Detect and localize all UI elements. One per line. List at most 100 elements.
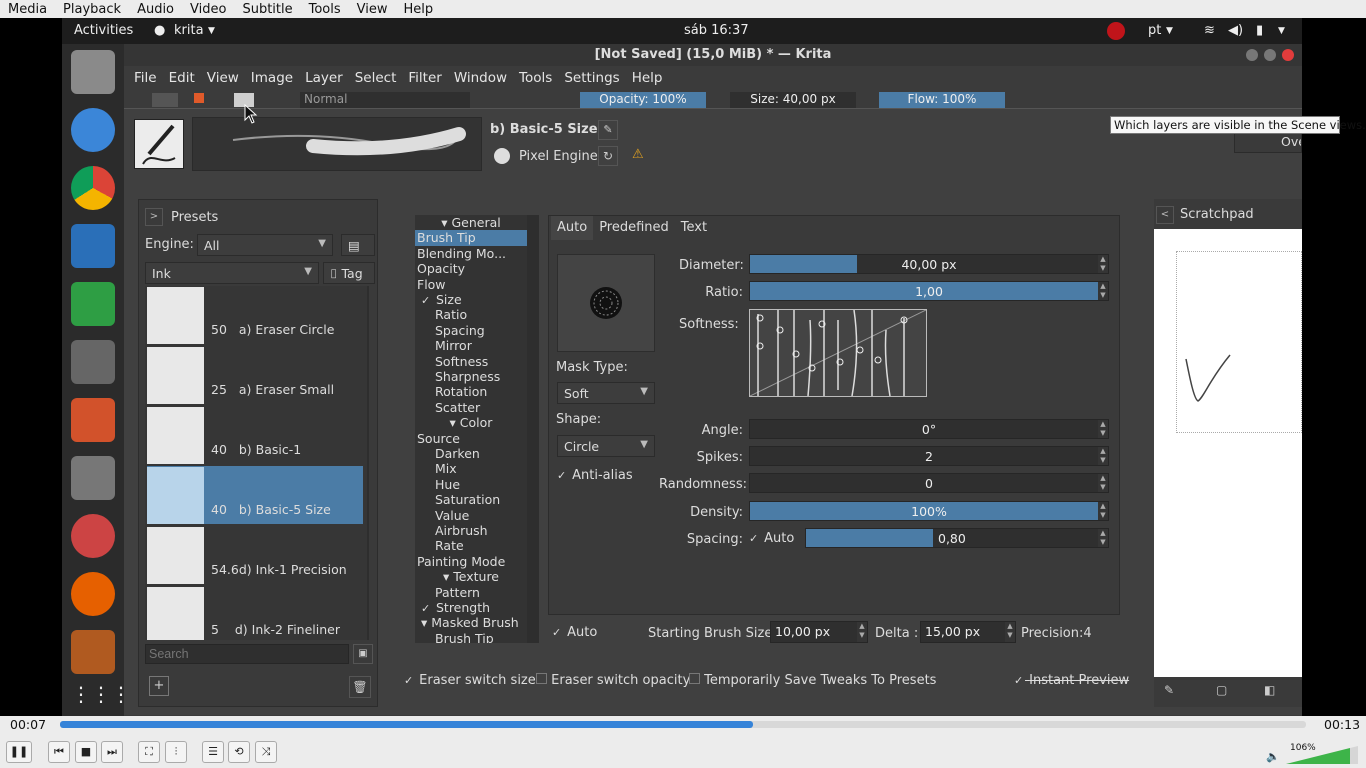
option-item[interactable]: Opacity — [415, 261, 527, 276]
playlist-button[interactable]: ☰ — [202, 741, 224, 763]
randomness-slider[interactable]: 0 ▲ ▼ — [749, 473, 1109, 493]
angle-slider[interactable]: 0° ▲ ▼ — [749, 419, 1109, 439]
option-item[interactable]: Pattern — [415, 585, 527, 600]
option-item[interactable]: Ratio — [415, 307, 527, 322]
volume-icon[interactable]: ◀) — [1228, 23, 1243, 38]
system-menu-icon[interactable]: ▼ — [1278, 26, 1285, 36]
tab-predefined[interactable]: Predefined — [593, 216, 675, 240]
fill-gradient-icon[interactable]: ◧ — [1264, 683, 1284, 701]
stop-button[interactable]: ■ — [75, 741, 97, 763]
app-menu-button[interactable]: krita — [174, 23, 204, 38]
list-item[interactable]: 5 d) Ink-2 Fineliner — [147, 586, 363, 640]
chevron-right-icon[interactable]: > — [145, 208, 163, 226]
impress-icon[interactable] — [71, 398, 115, 442]
instant-preview-checkbox[interactable]: ✓ Instant Preview — [1014, 673, 1129, 688]
menu-tools[interactable]: Tools — [301, 2, 349, 17]
delete-preset-icon[interactable]: 🗑 — [349, 676, 371, 698]
presets-scrollbar[interactable] — [367, 286, 369, 640]
eraser-opacity-checkbox[interactable]: Eraser switch opacity — [536, 673, 690, 688]
option-item[interactable]: Brush Tip — [415, 631, 527, 643]
menu-subtitle[interactable]: Subtitle — [234, 2, 300, 17]
random-button[interactable]: ⤨ — [255, 741, 277, 763]
calc-icon[interactable] — [71, 282, 115, 326]
option-item[interactable]: Sharpness — [415, 369, 527, 384]
options-scrollbar[interactable] — [527, 215, 539, 643]
calculator-icon[interactable] — [71, 340, 115, 384]
density-slider[interactable]: 100% ▲ ▼ — [749, 501, 1109, 521]
seek-bar[interactable] — [60, 721, 1306, 728]
menu-video[interactable]: Video — [182, 2, 234, 17]
chevron-left-icon[interactable]: < — [1156, 206, 1174, 224]
record-indicator-icon[interactable] — [1107, 22, 1125, 40]
option-item[interactable]: Saturation — [415, 492, 527, 507]
add-preset-icon[interactable]: + — [149, 676, 169, 696]
option-item[interactable]: ✓ Strength — [415, 600, 527, 615]
clear-icon[interactable]: ▢ — [1216, 683, 1236, 701]
list-item-selected[interactable]: 40 b) Basic-5 Size — [147, 466, 363, 524]
list-item[interactable]: 50 a) Eraser Circle — [147, 286, 363, 344]
tag-combo[interactable]: Ink ▼ — [145, 262, 319, 284]
tab-auto[interactable]: Auto — [551, 216, 594, 240]
option-item[interactable]: Painting Mode — [415, 554, 527, 569]
menu-help[interactable]: Help — [626, 70, 669, 86]
brush-preset-button[interactable] — [152, 93, 178, 107]
settings-icon[interactable] — [71, 514, 115, 558]
delta-field[interactable]: 15,00 px ▲ ▼ — [920, 621, 1016, 643]
start-size-field[interactable]: 10,00 px ▲ ▼ — [770, 621, 868, 643]
option-item[interactable]: Scatter — [415, 400, 527, 415]
activities-button[interactable]: Activities — [74, 23, 133, 38]
view-mode-button[interactable]: ▤ — [341, 234, 375, 256]
rename-pencil-icon[interactable]: ✎ — [598, 120, 618, 140]
antialias-checkbox[interactable]: ✓ Anti-alias — [557, 468, 633, 483]
spacing-auto-checkbox[interactable]: ✓ Auto — [749, 531, 794, 546]
menu-view[interactable]: View — [349, 2, 396, 17]
elapsed-time[interactable]: 00:07 — [10, 717, 46, 732]
option-item[interactable]: Mirror — [415, 338, 527, 353]
loop-button[interactable]: ⟲ — [228, 741, 250, 763]
preset-search-input[interactable] — [145, 644, 349, 664]
menu-tools[interactable]: Tools — [513, 70, 558, 86]
engine-filter-combo[interactable]: All ▼ — [197, 234, 333, 256]
list-item[interactable]: 25 a) Eraser Small — [147, 346, 363, 404]
language-selector[interactable]: pt — [1148, 23, 1161, 38]
option-item[interactable]: Hue — [415, 477, 527, 492]
menu-select[interactable]: Select — [349, 70, 403, 86]
menu-file[interactable]: File — [128, 70, 163, 86]
menu-image[interactable]: Image — [245, 70, 299, 86]
chrome-icon[interactable] — [71, 166, 115, 210]
size-slider[interactable]: Size: 40,00 px — [730, 92, 856, 108]
fullscreen-button[interactable]: ⛶ — [138, 741, 160, 763]
menu-audio[interactable]: Audio — [129, 2, 182, 17]
softness-curve[interactable] — [749, 309, 927, 397]
menu-settings[interactable]: Settings — [558, 70, 625, 86]
show-apps-icon[interactable]: ⋮⋮⋮ — [71, 672, 131, 716]
opacity-slider[interactable]: Opacity: 100% — [580, 92, 706, 108]
files-icon[interactable] — [71, 50, 115, 94]
previous-button[interactable]: ⏮ — [48, 741, 70, 763]
minimize-icon[interactable] — [1246, 49, 1258, 61]
extended-settings-button[interactable]: ⫶ — [165, 741, 187, 763]
list-item[interactable]: 40 b) Basic-1 — [147, 406, 363, 464]
option-item[interactable]: Mix — [415, 461, 527, 476]
mask-type-combo[interactable]: Soft ▼ — [557, 382, 655, 404]
menu-help[interactable]: Help — [396, 2, 442, 17]
paint-brush-icon[interactable]: ✎ — [1164, 683, 1184, 701]
close-icon[interactable] — [1282, 49, 1294, 61]
color-swatch[interactable] — [194, 93, 204, 103]
speaker-icon[interactable]: 🔈 — [1266, 750, 1280, 763]
menu-layer[interactable]: Layer — [299, 70, 349, 86]
option-header[interactable]: ▾ General — [415, 215, 527, 230]
wifi-icon[interactable]: ≋ — [1204, 23, 1215, 38]
option-header[interactable]: ▾ Masked Brush — [415, 615, 527, 630]
spikes-slider[interactable]: 2 ▲ ▼ — [749, 446, 1109, 466]
gimp-icon[interactable] — [71, 456, 115, 500]
spacing-slider[interactable]: 0,80 ▲ ▼ — [805, 528, 1109, 548]
option-item[interactable]: Spacing — [415, 323, 527, 338]
tag-button[interactable]: ⌷ Tag — [323, 262, 375, 284]
temp-save-checkbox[interactable]: Temporarily Save Tweaks To Presets — [689, 673, 936, 688]
option-item[interactable]: Source — [415, 431, 527, 446]
option-item[interactable]: Airbrush — [415, 523, 527, 538]
tab-text[interactable]: Text — [675, 216, 713, 240]
option-item[interactable]: ✓ Size — [415, 292, 527, 307]
next-button[interactable]: ⏭ — [101, 741, 123, 763]
